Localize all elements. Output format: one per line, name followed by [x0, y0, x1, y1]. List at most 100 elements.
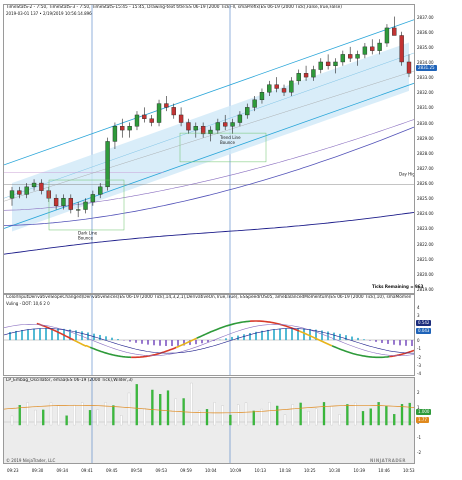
embag-bar: [73, 404, 76, 426]
oscillator-axis-tick: 0: [417, 338, 420, 343]
embag-bar: [166, 390, 170, 426]
time-axis-tick: 09:45: [106, 468, 118, 473]
histogram-bar: [171, 340, 173, 347]
histogram-bar: [375, 340, 377, 342]
channel-mid-line: [4, 52, 414, 199]
histogram-bar: [399, 340, 401, 346]
channel-lower-line: [4, 82, 414, 229]
time-axis-tick: 10:30: [328, 468, 341, 473]
embag-axis-tick: -2: [417, 450, 421, 456]
candle-body: [142, 114, 147, 119]
histogram-bar: [357, 337, 359, 341]
embag-bar: [299, 402, 302, 426]
candle-body: [318, 61, 323, 70]
histogram-bar: [117, 339, 119, 341]
embag-bar: [400, 404, 404, 426]
histogram-bar: [267, 329, 269, 341]
time-axis-tick: 09:23: [7, 468, 19, 473]
ma-envelope-line: [4, 70, 414, 202]
time-axis-tick: 09:30: [31, 468, 44, 473]
price-chart[interactable]: Dark LineBounceTrend LineBounceDay High: [4, 5, 414, 293]
candle-body: [274, 84, 279, 89]
embag-bar: [26, 402, 29, 426]
embag-bar: [42, 409, 45, 426]
histogram-bar: [327, 331, 329, 341]
histogram-bar: [411, 340, 413, 347]
candle-body: [120, 126, 125, 131]
price-axis-tick: 2824.00: [417, 211, 434, 217]
histogram-bar: [153, 340, 155, 346]
candle-body: [333, 61, 338, 66]
price-axis-tick: 2832.00: [417, 90, 434, 96]
price-axis-tick: 2822.00: [417, 241, 434, 247]
embag-bar: [393, 414, 396, 426]
price-axis-tick: 2823.00: [417, 226, 434, 232]
embag-bar: [96, 409, 99, 426]
candle-body: [267, 84, 272, 93]
time-axis-tick: 10:25: [304, 468, 316, 473]
histogram-bar: [201, 340, 203, 344]
embag-bar: [112, 405, 115, 426]
candle-body: [230, 122, 235, 127]
candle-body: [134, 114, 140, 127]
embag-bar: [205, 409, 209, 426]
embag-bar: [34, 409, 37, 426]
time-axis-tick: 10:39: [353, 468, 366, 473]
oscillator-axis-tick: -4: [417, 371, 421, 376]
histogram-bar: [363, 339, 365, 341]
candle-body: [9, 190, 15, 199]
price-axis-tick: 2828.00: [417, 150, 434, 156]
time-axis-tick: 09:34: [56, 468, 69, 473]
embag-bar: [268, 402, 271, 426]
histogram-bar: [45, 328, 47, 341]
price-axis-tick: 2827.00: [417, 165, 434, 171]
time-axis-tick: 10:46: [378, 468, 390, 473]
histogram-bar: [165, 340, 167, 346]
embag-bar: [120, 415, 123, 426]
histogram-bar: [141, 340, 143, 344]
time-axis-tick: 10:04: [205, 468, 217, 473]
histogram-bar: [147, 340, 149, 345]
price-axis-tick: 2833.00: [417, 75, 434, 81]
candle-body: [75, 209, 81, 211]
price-axis-tick: 2826.00: [417, 181, 434, 187]
embag-bar: [190, 382, 193, 426]
current-price-tag: 2831.25: [416, 65, 437, 71]
oscillator-axis-tick: 3: [417, 313, 420, 319]
time-axis-tick: 09:50: [130, 468, 143, 473]
histogram-bar: [243, 334, 245, 341]
candle-body: [53, 197, 59, 206]
oscillator-chart[interactable]: [4, 295, 414, 375]
price-axis-tick: 2835.00: [417, 44, 434, 50]
candle-body: [325, 61, 331, 66]
histogram-bar: [27, 329, 29, 341]
embag-bar: [159, 394, 162, 426]
oscillator-curve: [331, 345, 390, 359]
embag-bar: [252, 410, 255, 426]
embag-bar: [57, 405, 60, 426]
embag-chart[interactable]: [4, 378, 414, 463]
oscillator-curve: [89, 346, 132, 359]
embag-bar: [151, 389, 154, 426]
candle-body: [384, 27, 390, 44]
candle-body: [362, 46, 368, 55]
histogram-bar: [195, 340, 197, 345]
embag-bar: [369, 408, 372, 426]
time-axis-tick: 09:41: [81, 468, 93, 473]
candle-body: [370, 46, 375, 51]
histogram-bar: [309, 328, 311, 341]
candle-body: [377, 42, 382, 51]
candle-body: [149, 118, 154, 123]
embag-bar: [276, 405, 279, 426]
embag-bar: [338, 414, 341, 426]
price-axis: 2837.00 2836.00 2835.00 2834.00 2833.00 2832.…: [417, 4, 462, 294]
embag-bar: [229, 414, 232, 426]
candle-body: [281, 88, 287, 93]
histogram-bar: [207, 340, 209, 343]
histogram-bar: [285, 328, 287, 341]
price-axis-tick: 2836.00: [417, 29, 434, 35]
candle-body: [223, 122, 228, 127]
histogram-bar: [105, 336, 107, 341]
candle-body: [68, 197, 73, 210]
time-axis-tick: 10:18: [279, 468, 291, 473]
